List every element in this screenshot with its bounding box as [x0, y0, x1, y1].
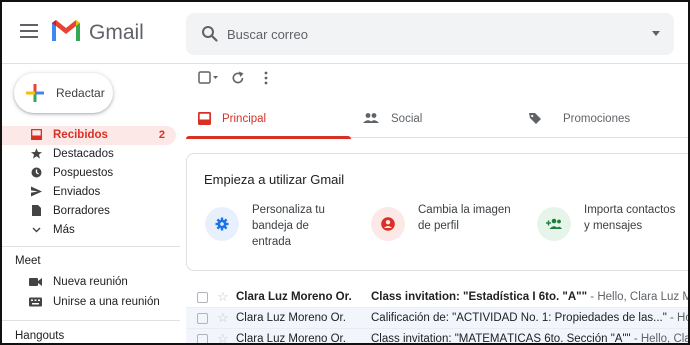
email-sender: Clara Luz Moreno Or.: [236, 291, 352, 303]
email-subject-line: Class invitation: "MATEMÁTICAS 6to. Secc…: [371, 333, 688, 345]
search-icon[interactable]: [201, 25, 219, 43]
clock-icon: [31, 167, 42, 178]
sidebar-item-sent[interactable]: Enviados: [2, 183, 180, 202]
tab-social[interactable]: Social: [351, 102, 517, 138]
menu-icon[interactable]: [20, 24, 38, 38]
sidebar-item-label: Recibidos: [53, 129, 108, 141]
change-profile-picture-card[interactable]: Cambia la imagen de perfil: [371, 202, 521, 258]
more-vert-icon: [264, 71, 268, 85]
email-snippet: - Hola, Alejandro:: [670, 312, 688, 324]
sidebar-item-label: Borradores: [53, 205, 110, 217]
row-checkbox[interactable]: [197, 313, 208, 324]
email-subject: Class invitation: "MATEMÁTICAS 6to. Secc…: [371, 333, 631, 345]
customize-inbox-card[interactable]: Personaliza tu bandeja de entrada: [205, 202, 345, 258]
meet-section-title: Meet: [15, 255, 41, 267]
tab-promociones[interactable]: Promociones: [517, 102, 688, 138]
sidebar-item-label: Unirse a una reunión: [53, 296, 160, 308]
email-subject-line: Calificación de: "ACTIVIDAD No. 1: Propi…: [371, 312, 688, 324]
tab-label: Promociones: [563, 113, 631, 125]
getting-started-panel: Empieza a utilizar Gmail Personaliza tu …: [186, 153, 688, 271]
star-icon[interactable]: ☆: [217, 289, 229, 305]
sidebar-item-snoozed[interactable]: Pospuestos: [2, 164, 180, 183]
compose-label: Redactar: [56, 86, 105, 100]
import-contacts-card[interactable]: Importa contactos y mensajes: [537, 202, 687, 258]
row-checkbox[interactable]: [197, 334, 208, 343]
send-icon: [31, 186, 42, 197]
getting-started-title: Empieza a utilizar Gmail: [204, 172, 345, 187]
sidebar-item-label: Pospuestos: [53, 167, 114, 179]
email-row[interactable]: ☆ Clara Luz Moreno Or. Class invitation:…: [186, 329, 688, 345]
people-icon: [363, 113, 379, 123]
card-label: Importa contactos y mensajes: [584, 204, 676, 232]
email-subject: Class invitation: "Estadística I 6to. "A…: [371, 291, 588, 303]
sidebar-divider: [2, 246, 180, 247]
gear-icon: [215, 217, 229, 231]
email-row[interactable]: ☆ Clara Luz Moreno Or. Calificación de: …: [186, 308, 688, 329]
plus-icon: [26, 84, 44, 102]
more-options-button[interactable]: [264, 71, 268, 90]
gmail-window: Gmail Buscar correo Redactar Recibidos 2…: [0, 0, 690, 345]
video-icon: [29, 278, 42, 286]
sidebar-item-join-meeting[interactable]: Unirse a una reunión: [2, 293, 180, 313]
email-snippet: - Hello, Clara Luz Moreno Orellana: [590, 291, 688, 303]
tab-principal[interactable]: Principal: [186, 102, 351, 139]
gmail-logo[interactable]: [50, 17, 82, 42]
sidebar-item-label: Más: [53, 224, 75, 236]
account-icon: [381, 217, 395, 231]
refresh-button[interactable]: [231, 71, 245, 90]
sidebar-item-label: Nueva reunión: [53, 276, 128, 288]
compose-button[interactable]: Redactar: [14, 73, 113, 113]
email-snippet: - Hello, Clara Luz Moreno: [633, 333, 688, 345]
search-options-icon[interactable]: [652, 31, 660, 36]
sidebar-item-more[interactable]: Más: [2, 221, 180, 240]
top-bar: Gmail Buscar correo: [2, 2, 688, 64]
email-sender: Clara Luz Moreno Or.: [236, 312, 346, 324]
row-checkbox[interactable]: [197, 292, 208, 303]
sidebar-item-new-meeting[interactable]: Nueva reunión: [2, 273, 180, 293]
sidebar-item-starred[interactable]: Destacados: [2, 145, 180, 164]
email-subject: Calificación de: "ACTIVIDAD No. 1: Propi…: [371, 312, 667, 324]
sidebar-item-label: Destacados: [53, 148, 114, 160]
sidebar-divider: [2, 320, 180, 321]
select-all-checkbox[interactable]: [198, 71, 220, 90]
chevron-down-icon: [32, 227, 41, 233]
star-icon: [31, 148, 42, 159]
sidebar-item-label: Enviados: [53, 186, 101, 198]
inbox-icon: [31, 129, 42, 140]
unread-count-badge: 2: [158, 129, 165, 141]
search-placeholder: Buscar correo: [227, 27, 308, 42]
email-sender: Clara Luz Moreno Or.: [236, 333, 346, 345]
keyboard-icon: [29, 297, 42, 307]
draft-icon: [32, 205, 41, 216]
tab-label: Principal: [222, 113, 267, 125]
card-label: Cambia la imagen de perfil: [418, 204, 511, 232]
refresh-icon: [232, 71, 244, 84]
card-label: Personaliza tu bandeja de entrada: [252, 204, 325, 248]
hangouts-section-title: Hangouts: [15, 330, 65, 342]
sidebar-item-inbox[interactable]: Recibidos 2: [2, 126, 176, 145]
tab-label: Social: [391, 113, 423, 125]
email-row[interactable]: ☆ Clara Luz Moreno Or. Class invitation:…: [186, 287, 688, 308]
app-name: Gmail: [89, 21, 144, 44]
tag-icon: [529, 113, 541, 124]
inbox-icon: [198, 112, 211, 125]
checkbox-icon: [198, 71, 218, 84]
sidebar-item-drafts[interactable]: Borradores: [2, 202, 180, 221]
search-input[interactable]: Buscar correo: [186, 13, 674, 55]
email-subject-line: Class invitation: "Estadística I 6to. "A…: [371, 291, 688, 303]
active-tab-indicator: [186, 136, 351, 139]
category-tabs: Principal Social Promociones: [186, 102, 688, 139]
star-icon[interactable]: ☆: [217, 310, 229, 326]
add-people-icon: [546, 218, 562, 229]
star-icon[interactable]: ☆: [217, 331, 229, 343]
